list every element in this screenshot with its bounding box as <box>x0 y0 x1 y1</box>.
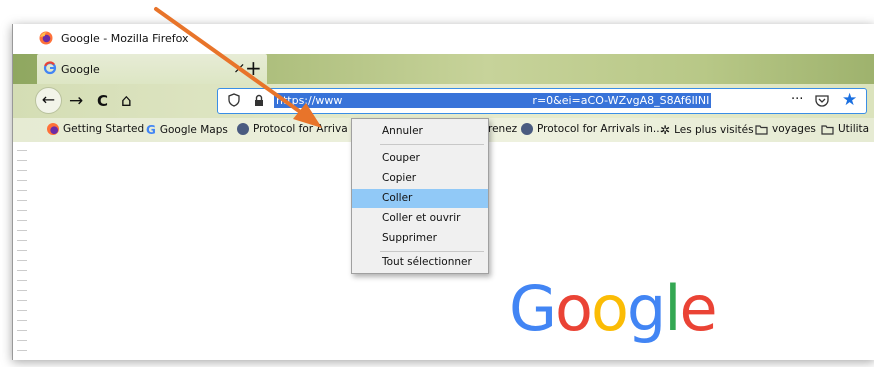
firefox-icon <box>39 31 53 45</box>
url-text-selected[interactable]: https://www r=0&ei=aCO-WZvgA8_S8Af6lINI <box>274 93 712 108</box>
url-bar[interactable]: https://www r=0&ei=aCO-WZvgA8_S8Af6lINI ·… <box>217 88 867 114</box>
menu-item-supprimer[interactable]: Supprimer <box>352 229 488 248</box>
menu-item-coller[interactable]: Coller <box>352 189 488 208</box>
menu-separator <box>380 144 484 145</box>
shield-icon[interactable] <box>228 93 240 107</box>
bookmark-label: Utilita <box>838 123 870 135</box>
google-icon: G <box>146 123 156 137</box>
url-prefix: https://www <box>276 94 343 107</box>
bookmark-folder-voyages[interactable]: voyages <box>755 123 816 135</box>
bookmark-label: Getting Started <box>63 123 145 135</box>
bookmark-protocol-arrivals-in[interactable]: Protocol for Arrivals in... <box>521 123 663 135</box>
new-tab-button[interactable]: + <box>245 56 262 80</box>
bookmark-label: Protocol for Arriva <box>253 123 348 135</box>
bookmark-les-plus-visites[interactable]: ✲ Les plus visités <box>660 123 754 137</box>
bookmark-label: voyages <box>772 123 816 135</box>
menu-item-couper[interactable]: Couper <box>352 149 488 168</box>
bookmark-folder-utilita[interactable]: Utilita <box>821 123 869 135</box>
window-title: Google - Mozilla Firefox <box>61 32 189 45</box>
logo-letter: l <box>664 272 681 345</box>
lock-icon[interactable] <box>254 94 264 107</box>
bookmark-protocol-arriva[interactable]: Protocol for Arriva <box>237 123 348 135</box>
title-bar: Google - Mozilla Firefox <box>13 24 874 54</box>
tab-google[interactable]: Google × <box>37 54 267 84</box>
context-menu: Annuler Couper Copier Coller Coller et o… <box>351 118 489 274</box>
globe-icon <box>521 123 533 135</box>
home-button[interactable]: ⌂ <box>121 91 132 111</box>
logo-letter: e <box>679 272 718 345</box>
tab-strip: Google × + <box>13 54 874 84</box>
bookmark-label: Les plus visités <box>674 124 754 136</box>
bookmark-label: Protocol for Arrivals in... <box>537 123 663 135</box>
back-button[interactable]: ← <box>35 87 62 114</box>
menu-item-coller-et-ouvrir[interactable]: Coller et ouvrir <box>352 209 488 228</box>
url-suffix: r=0&ei=aCO-WZvgA8_S8Af6lINI <box>532 94 710 107</box>
globe-icon <box>237 123 249 135</box>
forward-button[interactable]: → <box>69 91 83 111</box>
logo-letter: o <box>555 272 593 345</box>
menu-item-tout-selectionner[interactable]: Tout sélectionner <box>352 253 488 272</box>
browser-window: Google - Mozilla Firefox Google × + ← → … <box>12 24 874 360</box>
reload-button[interactable]: C <box>97 92 108 110</box>
tab-close-button[interactable]: × <box>233 59 246 77</box>
ruler-marks <box>17 150 27 360</box>
logo-letter: o <box>590 272 629 345</box>
gear-icon: ✲ <box>660 123 671 137</box>
menu-separator <box>380 251 484 252</box>
menu-item-copier[interactable]: Copier <box>352 169 488 188</box>
tab-label: Google <box>61 63 100 76</box>
page-actions-more-icon[interactable]: ··· <box>791 92 803 107</box>
google-logo: Google <box>509 278 718 340</box>
navigation-bar: ← → C ⌂ https://www r=0&ei=aCO-WZvgA8_S8A… <box>13 84 874 118</box>
menu-item-annuler[interactable]: Annuler <box>352 122 488 141</box>
bookmark-getting-started[interactable]: Getting Started <box>47 123 144 135</box>
bookmark-label: Google Maps <box>159 124 228 136</box>
bookmark-google-maps[interactable]: G Google Maps <box>146 123 228 137</box>
google-favicon-icon <box>43 61 57 75</box>
firefox-icon <box>47 123 59 135</box>
pocket-icon[interactable] <box>815 94 829 107</box>
logo-letter: G <box>509 272 557 345</box>
folder-icon <box>821 124 834 135</box>
folder-icon <box>755 124 768 135</box>
logo-letter: g <box>626 272 666 345</box>
bookmark-star-icon[interactable]: ★ <box>842 90 857 110</box>
